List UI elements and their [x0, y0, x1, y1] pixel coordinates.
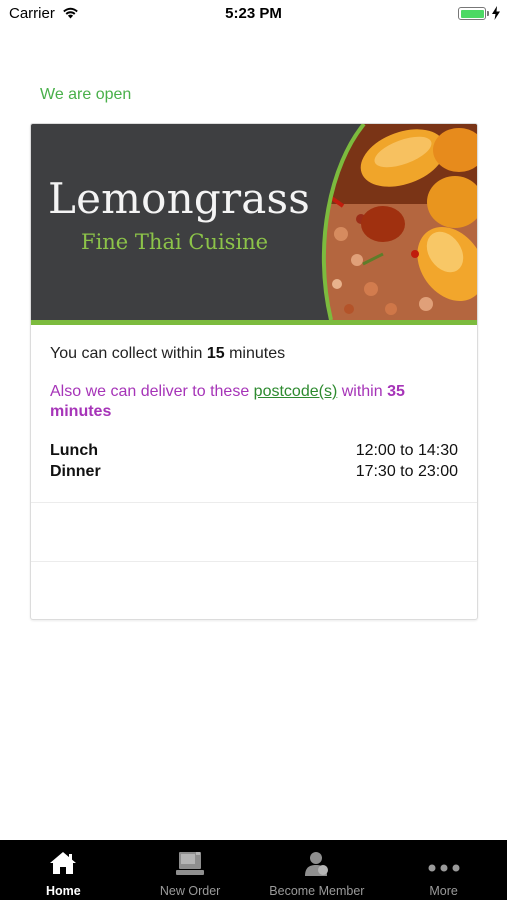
- tab-bar: Home New Order Become Member More: [0, 840, 507, 900]
- tab-label: New Order: [159, 884, 221, 898]
- postcodes-link[interactable]: postcode(s): [254, 383, 338, 400]
- restaurant-tagline: Fine Thai Cuisine: [81, 230, 269, 254]
- restaurant-name: Lemongrass: [48, 174, 311, 223]
- hours-row-dinner: Dinner 17:30 to 23:00: [50, 461, 458, 482]
- delivery-minutes-unit: minutes: [50, 403, 112, 420]
- card-divider: [31, 561, 477, 562]
- restaurant-card: Lemongrass Fine Thai Cuisine You can col…: [30, 123, 478, 620]
- more-icon: [428, 859, 460, 877]
- banner-stripe: [31, 320, 477, 325]
- tab-label: Become Member: [269, 884, 365, 898]
- hours-time: 12:00 to 14:30: [355, 442, 458, 459]
- collection-time-text: You can collect within 15 minutes: [50, 345, 286, 362]
- charging-icon: [492, 6, 500, 25]
- status-time: 5:23 PM: [225, 5, 282, 22]
- hours-label: Lunch: [50, 442, 98, 459]
- tab-more[interactable]: More: [380, 840, 507, 900]
- battery-cap: [487, 11, 489, 16]
- card-divider: [31, 502, 477, 503]
- hours-row-lunch: Lunch 12:00 to 14:30: [50, 440, 458, 461]
- restaurant-info: You can collect within 15 minutes Also w…: [50, 345, 458, 482]
- tab-home[interactable]: Home: [0, 840, 127, 900]
- restaurant-banner: Lemongrass Fine Thai Cuisine: [31, 124, 477, 320]
- tab-label: Home: [46, 884, 81, 898]
- open-status-text: We are open: [40, 86, 132, 103]
- battery-icon: [458, 7, 486, 20]
- collection-minutes: 15: [206, 345, 225, 362]
- member-icon: [304, 851, 330, 882]
- tab-label: More: [429, 884, 458, 898]
- home-icon: [49, 851, 77, 880]
- status-bar: Carrier 5:23 PM: [0, 0, 507, 28]
- hours-label: Dinner: [50, 463, 101, 480]
- tab-new-order[interactable]: New Order: [127, 840, 254, 900]
- new-order-icon: [175, 851, 205, 882]
- delivery-minutes: 35: [387, 383, 405, 400]
- tab-become-member[interactable]: Become Member: [254, 840, 381, 900]
- delivery-time-text: Also we can deliver to these postcode(s)…: [50, 383, 405, 420]
- opening-hours: Lunch 12:00 to 14:30 Dinner 17:30 to 23:…: [50, 440, 458, 482]
- hours-time: 17:30 to 23:00: [355, 463, 458, 480]
